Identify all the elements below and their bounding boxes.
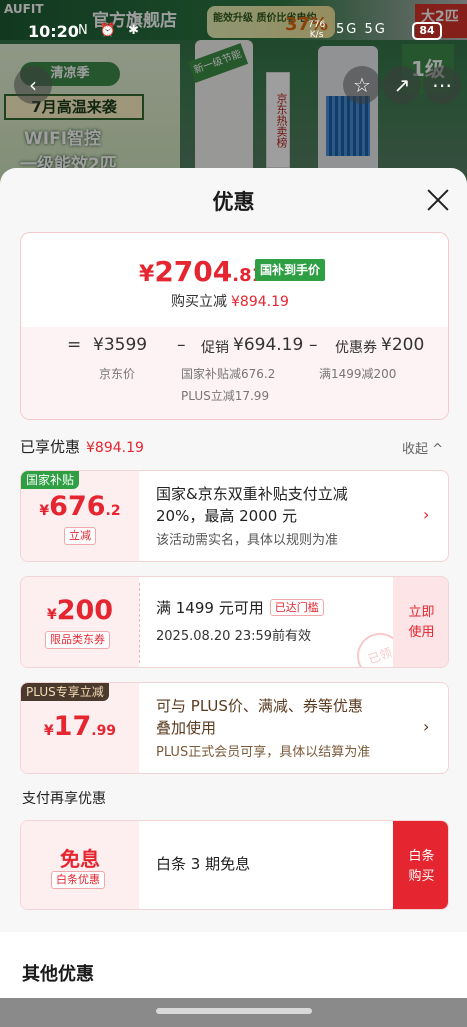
coupon-card[interactable]: ¥200 限品类东券 满 1499 元可用 已达门槛 2025.08.20 23:… [20,576,449,668]
buy-reduce-label: 购买立减 [171,294,227,310]
price-summary: ¥2704.81 国补到手价 购买立减 ¥894.19 = ¥3599 – 促销 … [20,232,449,420]
baitiao-buy-button[interactable]: 白条 购买 [393,821,448,909]
subsidy-amount-dec: .2 [105,503,121,519]
coupon-value-int: 200 [56,595,114,626]
subsidy-amount-int: 676 [49,491,106,522]
plus-amount-dec: .99 [91,723,117,739]
chevron-right-icon[interactable]: › [423,717,429,736]
baitiao-desc: 白条 3 期免息 [156,855,251,873]
plus-desc-line1: 可与 PLUS价、满减、券等优惠 [156,697,363,715]
coupon-category-label: 限品类东券 [45,631,110,649]
promo-label: 促销 [201,340,229,356]
currency-sign: ¥ [46,607,57,623]
promo-amount: ¥694.19 [233,335,304,355]
baitiao-label: 白条优惠 [51,871,105,889]
equals-sign: = [67,335,82,355]
currency-sign: ¥ [39,503,50,519]
subsidy-desc-line1: 国家&京东双重补贴支付立减 [156,485,348,503]
plus-discount-card[interactable]: PLUS专享立减 ¥17.99 可与 PLUS价、满减、券等优惠 叠加使用 PL… [20,682,449,774]
other-discounts-title: 其他优惠 [22,964,94,985]
final-price: ¥2704.81 [139,255,264,288]
enjoyed-discount: 已享优惠 ¥894.19 [20,436,144,457]
use-now-button[interactable]: 立即 使用 [393,577,448,667]
coupon-label: 优惠券 [335,340,377,356]
chevron-right-icon[interactable]: › [423,505,429,524]
close-icon[interactable] [424,186,452,214]
coupon-divider [139,583,140,663]
sheet-title: 优惠 [212,190,255,214]
subsidy-desc: 国家&京东双重补贴支付立减 20%，最高 2000 元 [156,483,348,527]
plus-desc-line2: 叠加使用 [156,719,217,737]
plus-note: PLUS正式会员可享，具体以结算为准 [156,745,371,760]
coupon-detail: 满1499减200 [319,367,397,381]
net-speed: 776 K/s [308,20,325,40]
currency-sign: ¥ [43,723,54,739]
status-bar: 10:20 N ⏰ ✱ 776 K/s 5G 5G 84 [0,14,467,50]
net-speed-value: 776 [308,20,326,30]
jd-price-label: 京东价 [99,367,136,381]
minus-sign: – [177,335,186,355]
national-subsidy-tag: 国家补贴 [21,471,80,489]
buy-reduce: 购买立减 ¥894.19 [171,291,289,311]
final-price-currency: ¥ [139,262,155,287]
national-subsidy-card[interactable]: 国家补贴 ¥676.2 立减 国家&京东双重补贴支付立减 20%，最高 2000… [20,470,449,562]
notification-icons: N ⏰ ✱ [78,23,144,38]
coupon-expiry: 2025.08.20 23:59前有效 [156,629,312,644]
battery-icon: 84 [412,22,442,40]
plus-desc: 可与 PLUS价、满减、券等优惠 叠加使用 [156,695,363,739]
threshold-reached-tag: 已达门槛 [269,599,324,616]
subsidy-price-tag: 国补到手价 [255,259,326,281]
coupon-amount: ¥200 [381,335,425,355]
back-icon[interactable]: ‹ [14,66,52,104]
discount-sheet: 优惠 ¥2704.81 国补到手价 购买立减 ¥894.19 = ¥3599 – … [0,168,467,1027]
plus-amount: ¥17.99 [21,711,139,742]
instant-reduce-label: 立减 [64,527,96,545]
final-price-int: 2704 [154,255,233,288]
status-time: 10:20 [28,22,79,41]
payment-discount-title: 支付再享优惠 [22,791,106,807]
more-icon[interactable]: ⋯ [423,66,461,104]
interest-free-label: 免息 [60,847,100,871]
signal-icon: 5G 5G [336,22,387,37]
coupon-desc: 满 1499 元可用 已达门槛 [156,597,324,619]
coupon-threshold: 满 1499 元可用 [156,599,264,617]
enjoyed-label: 已享优惠 [20,438,81,456]
subsidy-note: 该活动需实名，具体以规则为准 [156,533,339,548]
home-indicator[interactable] [156,1008,312,1014]
plus-amount-int: 17 [53,711,92,742]
enjoyed-amount: ¥894.19 [86,440,144,456]
subsidy-detail: 国家补贴减676.2 [181,367,276,381]
plus-detail: PLUS立减17.99 [181,389,270,403]
collapse-button[interactable]: 收起 ^ [402,438,443,457]
coupon-value: ¥200 [21,595,139,626]
buy-reduce-amount: ¥894.19 [231,294,289,310]
gesture-bar-area [0,998,467,1027]
subsidy-amount: ¥676.2 [21,491,139,522]
share-icon[interactable]: ↗ [383,66,421,104]
plus-tag: PLUS专享立减 [21,683,109,701]
favorite-star-icon[interactable]: ☆ [343,66,381,104]
net-speed-unit: K/s [309,30,324,40]
minus-sign: – [309,335,318,355]
subsidy-desc-line2: 20%，最高 2000 元 [156,507,298,525]
baitiao-card[interactable]: 免息 白条优惠 白条 3 期免息 白条 购买 [20,820,449,910]
jd-price: ¥3599 [93,335,148,355]
